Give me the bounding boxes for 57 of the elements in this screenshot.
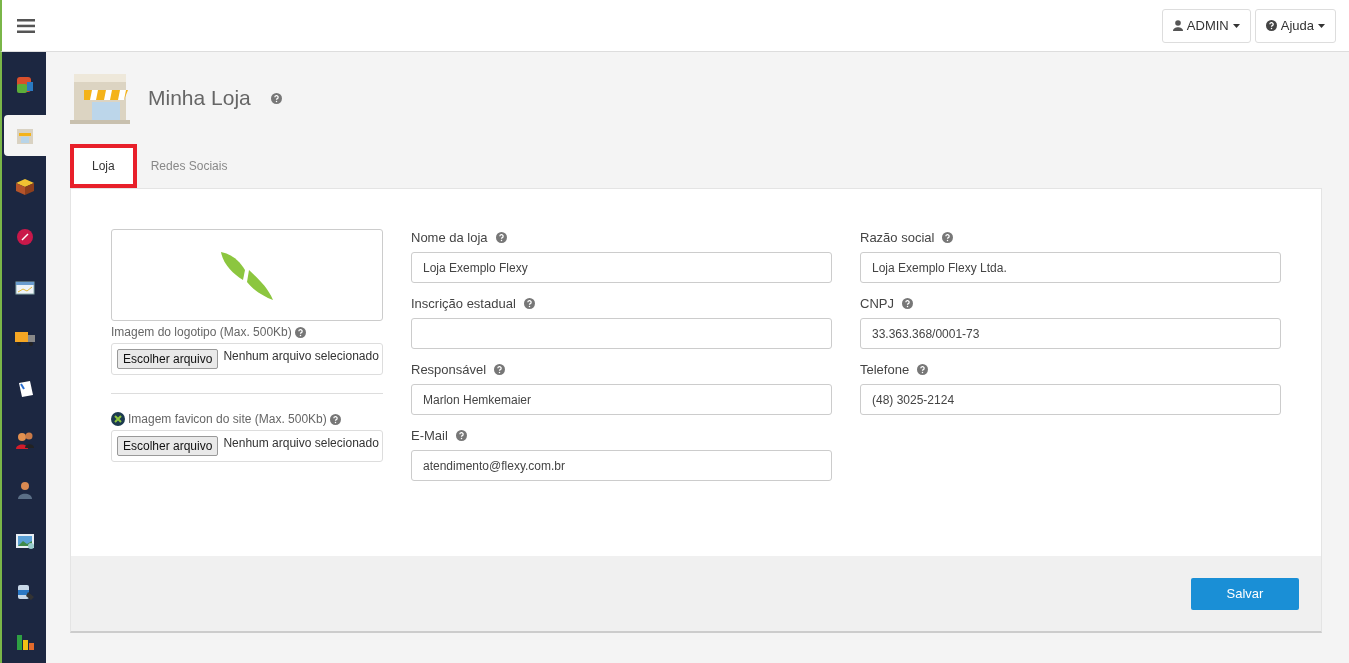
user-menu[interactable]: ADMIN: [1161, 8, 1251, 43]
text-field[interactable]: (48) 3025-2124: [860, 384, 1281, 415]
field-label: CNPJ: [860, 295, 894, 311]
file-input[interactable]: Escolher arquivo Nenhum arquivo selecionado: [111, 430, 383, 462]
chart-window-icon: [15, 281, 35, 294]
help-icon[interactable]: [494, 363, 506, 375]
help-icon[interactable]: [270, 92, 282, 104]
person-icon: [18, 482, 32, 500]
text-field[interactable]: Loja Exemplo Flexy: [411, 252, 832, 283]
people-icon: [16, 432, 34, 449]
text-field[interactable]: atendimento@flexy.com.br: [411, 450, 832, 481]
help-icon[interactable]: [942, 231, 954, 243]
choose-file-button[interactable]: Escolher arquivo: [117, 349, 219, 369]
favicon-icon: [111, 412, 125, 426]
file-input[interactable]: Escolher arquivo Nenhum arquivo selecionado: [111, 343, 383, 375]
caret-icon: [1318, 23, 1325, 28]
help-icon[interactable]: [294, 326, 306, 338]
percent-icon: [17, 228, 33, 245]
text-field[interactable]: Marlon Hemkemaier: [411, 384, 832, 415]
bar-chart-icon: [17, 635, 34, 651]
field-label: E-Mail: [411, 427, 448, 443]
save-button[interactable]: Salvar: [1191, 577, 1299, 610]
caret-icon: [1232, 23, 1240, 28]
menu-icon[interactable]: [17, 18, 35, 33]
help-icon[interactable]: [523, 297, 535, 309]
help-icon[interactable]: [455, 429, 467, 441]
help-icon: [1265, 20, 1277, 31]
image-icon: [16, 533, 34, 549]
database-icon: [17, 76, 33, 93]
user-icon: [1172, 20, 1183, 31]
box-icon: [16, 179, 34, 196]
file-status: Nenhum arquivo selecionado: [223, 436, 379, 450]
text-field[interactable]: 33.363.368/0001-73: [860, 318, 1281, 349]
paint-bucket-icon: [18, 584, 34, 600]
page-title: Minha Loja: [148, 86, 251, 110]
field-label: Telefone: [860, 361, 910, 377]
choose-file-button[interactable]: Escolher arquivo: [117, 436, 219, 456]
upload-label: Imagem favicon do site (Max. 500Kb): [128, 412, 327, 426]
help-menu[interactable]: Ajuda: [1254, 8, 1336, 43]
help-icon[interactable]: [329, 413, 341, 425]
upload-label: Imagem do logotipo (Max. 500Kb): [111, 325, 292, 339]
field-label: Razão social: [860, 229, 935, 245]
leaf-logo: [219, 250, 275, 300]
text-field[interactable]: [411, 318, 832, 349]
sidebar-item[interactable]: [4, 114, 46, 157]
truck-icon: [15, 332, 35, 347]
text-field[interactable]: Loja Exemplo Flexy Ltda.: [860, 252, 1281, 283]
help-icon[interactable]: [901, 297, 913, 309]
help-icon[interactable]: [917, 363, 929, 375]
field-label: Responsável: [411, 361, 487, 377]
help-icon[interactable]: [495, 231, 507, 243]
store-icon: [17, 128, 33, 144]
field-label: Nome da loja: [411, 229, 488, 245]
document-icon: [19, 380, 33, 397]
field-label: Inscrição estadual: [411, 295, 516, 311]
tab[interactable]: Loja: [70, 144, 137, 188]
file-status: Nenhum arquivo selecionado: [223, 349, 379, 363]
